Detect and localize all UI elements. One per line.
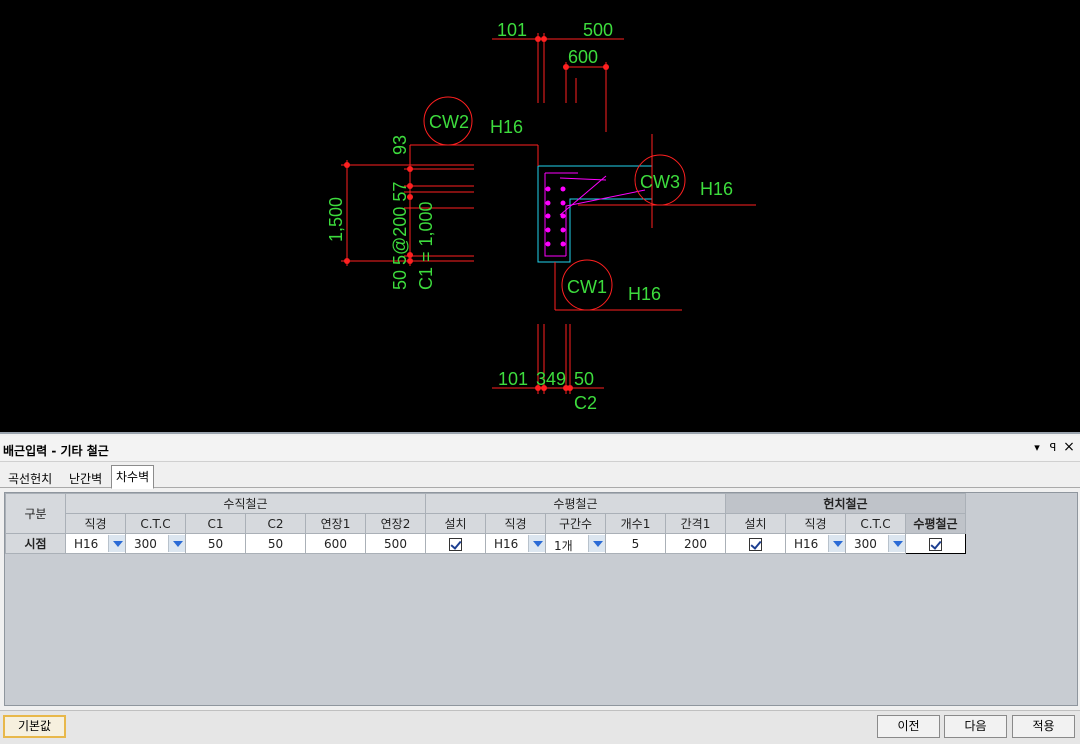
group-header-haunch: 헌치철근	[725, 493, 966, 514]
vert-c1: C1 = 1,000	[416, 201, 436, 290]
top-dim-c: 600	[568, 47, 598, 67]
col-v-ext2: 연장2	[365, 513, 426, 534]
col-v-ext1: 연장1	[305, 513, 366, 534]
group-header-horizontal: 수평철근	[425, 493, 726, 514]
check-icon[interactable]	[749, 537, 762, 551]
rebar-input-panel: 배근입력 - 기타 철근 ▾ ꟼ × 곡선헌치 난간벽 차수벽 구분 수직철근 …	[0, 432, 1080, 744]
h-dia-dropdown[interactable]: H16	[485, 533, 546, 554]
v-dia-dropdown[interactable]: H16	[65, 533, 126, 554]
chevron-down-icon[interactable]	[528, 535, 545, 552]
col-v-ctc: C.T.C	[125, 513, 186, 534]
row-label: 시점	[5, 533, 66, 554]
col-k-install: 설치	[725, 513, 786, 534]
tab-curved-haunch[interactable]: 곡선헌치	[3, 467, 57, 488]
left-dim: 1,500	[326, 197, 346, 242]
bottom-dim-a: 101	[498, 369, 528, 389]
k-ctc-value: 300	[854, 537, 877, 551]
h16-label-cw2: H16	[490, 117, 523, 137]
vert-93: 93	[390, 135, 410, 155]
k-horiz-checkbox[interactable]	[905, 533, 966, 554]
col-k-horiz: 수평철근	[905, 513, 966, 534]
panel-title: 배근입력 - 기타 철근	[3, 444, 109, 458]
bottom-dim-c: 50	[574, 369, 594, 389]
default-values-button[interactable]: 기본값	[3, 715, 66, 738]
bottom-dim-b: 349	[536, 369, 566, 389]
h-gap1-field[interactable]: 200	[665, 533, 726, 554]
h16-label-cw3: H16	[700, 179, 733, 199]
left-dimension-lines	[341, 144, 538, 266]
panel-titlebar: 배근입력 - 기타 철근 ▾ ꟼ ×	[0, 436, 1080, 462]
col-k-ctc: C.T.C	[845, 513, 906, 534]
corner-header: 구분	[5, 493, 66, 534]
h16-label-cw1: H16	[628, 284, 661, 304]
k-ctc-dropdown[interactable]: 300	[845, 533, 906, 554]
col-h-dia: 직경	[485, 513, 546, 534]
v-ext1-field[interactable]: 600	[305, 533, 366, 554]
v-c1-field[interactable]: 50	[185, 533, 246, 554]
v-ctc-value: 300	[134, 537, 157, 551]
col-v-dia: 직경	[65, 513, 126, 534]
panel-menu-icon[interactable]: ▾	[1030, 441, 1044, 454]
chevron-down-icon[interactable]	[888, 535, 905, 552]
apply-button[interactable]: 적용	[1012, 715, 1075, 738]
k-dia-value: H16	[794, 537, 819, 551]
chevron-down-icon[interactable]	[108, 535, 125, 552]
check-icon[interactable]	[929, 537, 942, 551]
rebar-lines	[544, 172, 646, 257]
rebar-grid: 구분 수직철근 수평철근 헌치철근 직경 C.T.C C1 C2 연장1 연장2…	[4, 492, 1078, 706]
check-icon[interactable]	[449, 537, 462, 551]
k-install-checkbox[interactable]	[725, 533, 786, 554]
h-sections-value: 1개	[554, 539, 573, 553]
cw1-label: CW1	[567, 277, 607, 297]
panel-footer: 기본값 이전 다음 적용	[0, 710, 1080, 744]
prev-button[interactable]: 이전	[877, 715, 940, 738]
tab-bar: 곡선헌치 난간벽 차수벽	[0, 464, 1080, 489]
next-button[interactable]: 다음	[944, 715, 1007, 738]
group-header-vertical: 수직철근	[65, 493, 426, 514]
k-dia-dropdown[interactable]: H16	[785, 533, 846, 554]
h-count1-field[interactable]: 5	[605, 533, 666, 554]
col-v-c1: C1	[185, 513, 246, 534]
cad-drawing-canvas[interactable]: 101 500 600 1,500 93 50 5@200 57 C1 = 1,…	[0, 0, 1080, 432]
close-icon[interactable]: ×	[1062, 439, 1076, 455]
tab-water-barrier[interactable]: 차수벽	[111, 465, 155, 489]
vert-spacing: 50 5@200 57	[390, 182, 410, 290]
h-dia-value: H16	[494, 537, 519, 551]
v-ext2-field[interactable]: 500	[365, 533, 426, 554]
v-ctc-dropdown[interactable]: 300	[125, 533, 186, 554]
col-h-gap1: 간격1	[665, 513, 726, 534]
v-dia-value: H16	[74, 537, 99, 551]
top-dim-b: 500	[583, 20, 613, 40]
chevron-down-icon[interactable]	[168, 535, 185, 552]
rebar-dots	[545, 186, 566, 247]
h-sections-dropdown[interactable]: 1개	[545, 533, 606, 554]
col-h-sections: 구간수	[545, 513, 606, 534]
v-c2-field[interactable]: 50	[245, 533, 306, 554]
col-h-count1: 개수1	[605, 513, 666, 534]
cw2-label: CW2	[429, 112, 469, 132]
col-h-install: 설치	[425, 513, 486, 534]
rebar-table: 구분 수직철근 수평철근 헌치철근 직경 C.T.C C1 C2 연장1 연장2…	[5, 493, 966, 554]
col-k-dia: 직경	[785, 513, 846, 534]
top-dim-a: 101	[497, 20, 527, 40]
chevron-down-icon[interactable]	[828, 535, 845, 552]
table-row: 시점 H16 300 50 50 600 500 H16 1개 5 200 H1…	[5, 533, 966, 554]
rebar-drawing: 101 500 600 1,500 93 50 5@200 57 C1 = 1,…	[326, 20, 756, 413]
col-v-c2: C2	[245, 513, 306, 534]
chevron-down-icon[interactable]	[588, 535, 605, 552]
tab-parapet[interactable]: 난간벽	[64, 467, 107, 488]
bottom-c2: C2	[574, 393, 597, 413]
h-install-checkbox[interactable]	[425, 533, 486, 554]
cw3-label: CW3	[640, 172, 680, 192]
pin-icon[interactable]: ꟼ	[1046, 441, 1060, 454]
